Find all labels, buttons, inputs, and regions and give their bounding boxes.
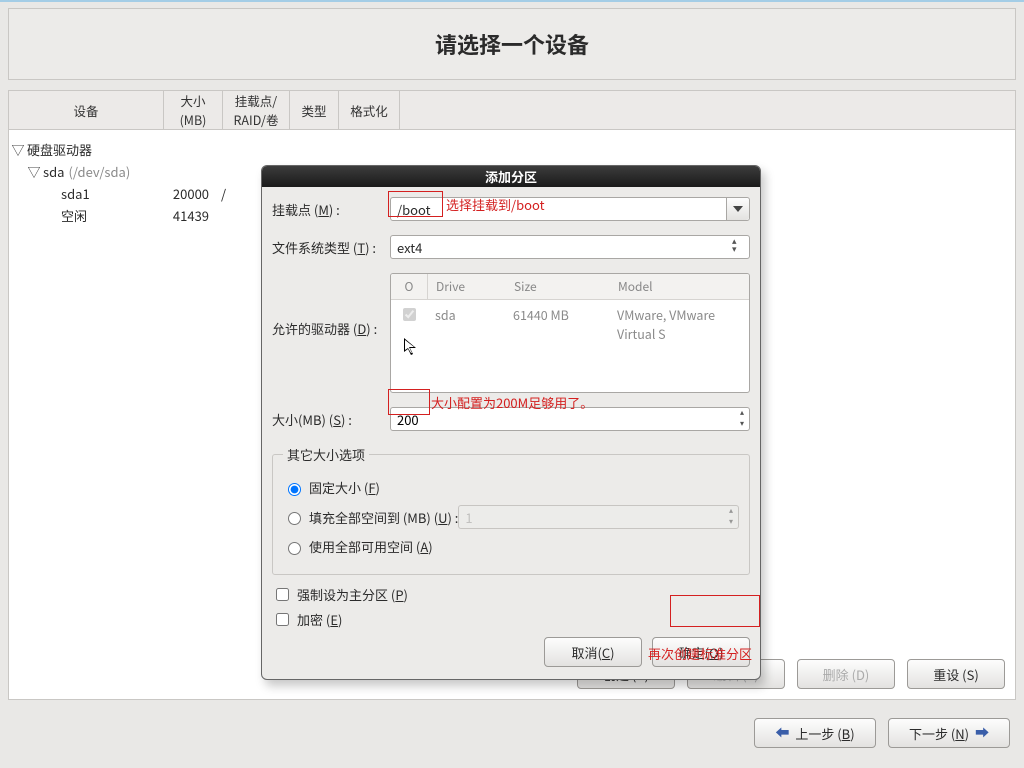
- size-fillall-radio[interactable]: [288, 542, 301, 555]
- delete-button-label: 删除 (D): [823, 665, 870, 684]
- part-size: 20000: [163, 184, 215, 203]
- encrypt-label: 加密 (E): [297, 610, 342, 629]
- drive-col-model[interactable]: Model: [610, 274, 749, 299]
- dialog-title: 添加分区: [262, 166, 760, 187]
- drive-checkbox[interactable]: [403, 308, 416, 321]
- cancel-button[interactable]: 取消(C): [544, 637, 642, 667]
- mount-point-combo[interactable]: /boot: [390, 197, 750, 221]
- next-button[interactable]: ➡ 下一步 (N): [888, 718, 1010, 748]
- fillto-spinner: ▴▾: [458, 505, 739, 529]
- col-type[interactable]: 类型: [290, 91, 339, 129]
- delete-button: 删除 (D): [797, 659, 895, 689]
- drive-row[interactable]: sda 61440 MB VMware, VMware Virtual S: [391, 300, 749, 348]
- arrow-left-icon: ⬅: [775, 723, 789, 743]
- tree-header: 设备 大小 (MB) 挂载点/ RAID/卷 类型 格式化: [9, 91, 1015, 130]
- drives-label: 允许的驱动器 (D) :: [272, 273, 390, 338]
- expand-icon[interactable]: ▽: [9, 140, 27, 159]
- spinner-buttons: ▴▾: [724, 506, 738, 528]
- encrypt-checkbox[interactable]: [276, 613, 289, 626]
- size-spinner[interactable]: ▴▾: [390, 407, 750, 431]
- size-fillall-label: 使用全部可用空间 (A): [309, 537, 433, 556]
- size-fixed-label: 固定大小 (F): [309, 478, 380, 497]
- next-button-label: 下一步 (N): [909, 724, 969, 743]
- reset-button-label: 重设 (S): [933, 665, 978, 684]
- ok-button[interactable]: 确定(O): [652, 637, 750, 667]
- add-partition-dialog: 添加分区 挂载点 (M) : /boot 文件系统类型 (T) : ext4 ▴…: [261, 165, 761, 680]
- drive-model: VMware, VMware Virtual S: [609, 300, 749, 348]
- top-accent: [0, 0, 1024, 2]
- allowed-drives-table[interactable]: O Drive Size Model sda 61440 MB VMware, …: [390, 273, 750, 393]
- other-size-options: 其它大小选项 固定大小 (F) 填充全部空间到 (MB) (U) : ▴▾ 使用…: [272, 445, 750, 575]
- fillto-input: [458, 505, 739, 529]
- installer-window: 请选择一个设备 设备 大小 (MB) 挂载点/ RAID/卷 类型 格式化 ▽ …: [0, 0, 1024, 768]
- fstype-label: 文件系统类型 (T) :: [272, 238, 390, 257]
- other-legend: 其它大小选项: [283, 445, 369, 464]
- disk-path: (/dev/sda): [68, 162, 130, 181]
- expand-icon[interactable]: ▽: [25, 162, 43, 181]
- part-size: 41439: [163, 206, 215, 225]
- page-title: 请选择一个设备: [9, 9, 1015, 79]
- updown-icon[interactable]: ▴▾: [732, 237, 748, 257]
- force-primary-checkbox[interactable]: [276, 588, 289, 601]
- header-panel: 请选择一个设备: [8, 8, 1016, 80]
- size-fixed-radio[interactable]: [288, 483, 301, 496]
- back-button-label: 上一步 (B): [795, 724, 854, 743]
- col-device[interactable]: 设备: [9, 91, 164, 129]
- size-input[interactable]: [390, 407, 750, 431]
- disk-name: sda: [43, 162, 64, 181]
- tree-root-row[interactable]: ▽ 硬盘驱动器: [9, 138, 1015, 160]
- drive-col-size[interactable]: Size: [506, 274, 610, 299]
- drive-size: 61440 MB: [505, 300, 609, 348]
- fstype-combo[interactable]: ext4 ▴▾: [390, 235, 750, 259]
- part-name: sda1: [61, 184, 163, 203]
- col-format[interactable]: 格式化: [339, 91, 400, 129]
- size-fillto-label: 填充全部空间到 (MB) (U) :: [309, 508, 458, 527]
- drive-header: O Drive Size Model: [391, 274, 749, 300]
- mount-point-value: /boot: [397, 200, 431, 219]
- chevron-down-icon[interactable]: [726, 198, 749, 220]
- part-name: 空闲: [61, 206, 163, 225]
- fstype-value: ext4: [397, 238, 422, 257]
- spinner-buttons[interactable]: ▴▾: [735, 408, 749, 430]
- tree-root-label: 硬盘驱动器: [27, 140, 165, 159]
- size-fillto-radio[interactable]: [288, 512, 301, 525]
- force-primary-label: 强制设为主分区 (P): [297, 585, 408, 604]
- mount-label: 挂载点 (M) :: [272, 200, 390, 219]
- col-size[interactable]: 大小 (MB): [164, 91, 223, 129]
- back-button[interactable]: ⬅ 上一步 (B): [754, 718, 876, 748]
- nav-bar: ⬅ 上一步 (B) ➡ 下一步 (N): [754, 718, 1010, 748]
- drive-col-drive[interactable]: Drive: [428, 274, 506, 299]
- col-mount[interactable]: 挂载点/ RAID/卷: [223, 91, 290, 129]
- reset-button[interactable]: 重设 (S): [907, 659, 1005, 689]
- arrow-right-icon: ➡: [975, 723, 989, 743]
- drive-col-check[interactable]: O: [391, 274, 428, 299]
- size-label: 大小(MB) (S) :: [272, 410, 390, 429]
- drive-name: sda: [427, 300, 505, 348]
